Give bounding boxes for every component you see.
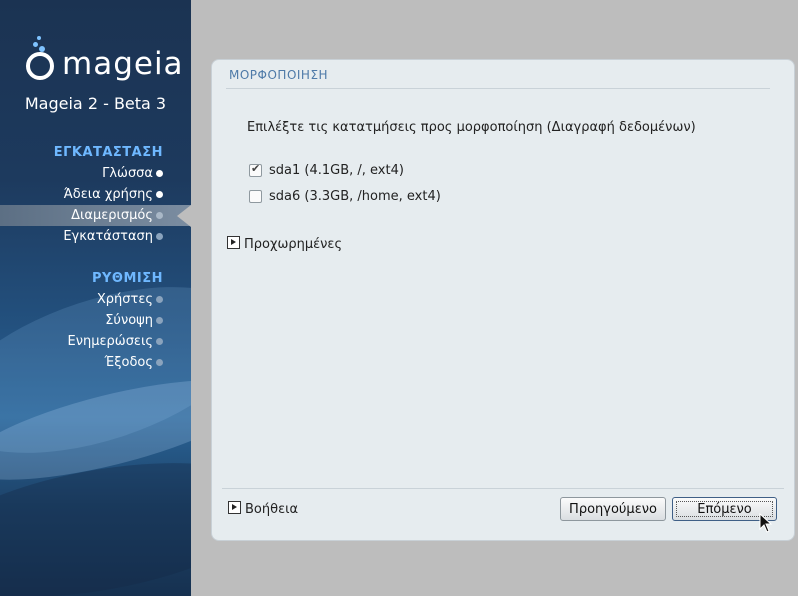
sidebar-item-language: Γλώσσα [0, 163, 191, 184]
section-title-install: ΕΓΚΑΤΑΣΤΑΣΗ [53, 145, 163, 160]
sidebar-item-label: Χρήστες [96, 292, 153, 307]
help-expander[interactable]: Βοήθεια [228, 501, 298, 517]
sidebar-item-label: Άδεια χρήσης [63, 187, 153, 202]
sidebar-item-label: Εγκατάσταση [63, 229, 153, 244]
step-current-icon [156, 212, 163, 219]
triangle-right-icon [228, 501, 241, 514]
step-pending-icon [156, 233, 163, 240]
product-name: Mageia 2 - Beta 3 [24, 94, 167, 113]
sidebar-item-label: Διαμερισμός [71, 208, 153, 223]
triangle-right-icon [227, 236, 240, 249]
sidebar-item-installation: Εγκατάσταση [0, 226, 191, 247]
sidebar-item-exit: Έξοδος [0, 352, 191, 373]
sidebar-item-license: Άδεια χρήσης [0, 184, 191, 205]
page-title: ΜΟΡΦΟΠΟΙΗΣΗ [229, 68, 329, 82]
previous-button[interactable]: Προηγούμενο [560, 497, 666, 521]
sidebar-item-users: Χρήστες [0, 289, 191, 310]
format-prompt: Επιλέξτε τις κατατμήσεις προς μορφοποίησ… [247, 120, 696, 135]
sidebar-item-label: Ενημερώσεις [67, 334, 153, 349]
sidebar-item-updates: Ενημερώσεις [0, 331, 191, 352]
mageia-logo: mageia [24, 36, 184, 86]
help-label: Βοήθεια [245, 502, 299, 517]
logo-bubble-icon [33, 42, 38, 47]
partition-label: sda6 (3.3GB, /home, ext4) [269, 189, 441, 204]
sidebar-item-label: Γλώσσα [102, 166, 153, 181]
check-icon: ✔ [251, 162, 261, 175]
sidebar-item-summary: Σύνοψη [0, 310, 191, 331]
advanced-expander[interactable]: Προχωρημένες [227, 236, 342, 252]
active-step-arrow-icon [177, 205, 191, 227]
step-pending-icon [156, 338, 163, 345]
logo-text: mageia [62, 46, 184, 82]
logo-bubble-icon [37, 36, 41, 40]
sidebar-item-label: Έξοδος [104, 355, 153, 370]
step-pending-icon [156, 317, 163, 324]
divider [222, 488, 784, 489]
sidebar-item-label: Σύνοψη [105, 313, 153, 328]
mouse-pointer-icon [759, 513, 773, 533]
step-pending-icon [156, 296, 163, 303]
step-pending-icon [156, 359, 163, 366]
partition-label: sda1 (4.1GB, /, ext4) [269, 163, 404, 178]
step-done-icon [156, 170, 163, 177]
advanced-label: Προχωρημένες [244, 237, 343, 252]
logo-cauldron-icon [26, 52, 54, 80]
checkbox[interactable] [249, 190, 262, 203]
divider [226, 88, 770, 89]
checkbox[interactable]: ✔ [249, 162, 262, 177]
section-title-setup: ΡΥΘΜΙΣΗ [91, 271, 163, 286]
sidebar: mageia Mageia 2 - Beta 3 ΕΓΚΑΤΑΣΤΑΣΗ Γλώ… [0, 0, 191, 596]
sidebar-item-partitioning: Διαμερισμός [0, 205, 191, 227]
main-panel: ΜΟΡΦΟΠΟΙΗΣΗ Επιλέξτε τις κατατμήσεις προ… [211, 59, 795, 541]
step-done-icon [156, 191, 163, 198]
